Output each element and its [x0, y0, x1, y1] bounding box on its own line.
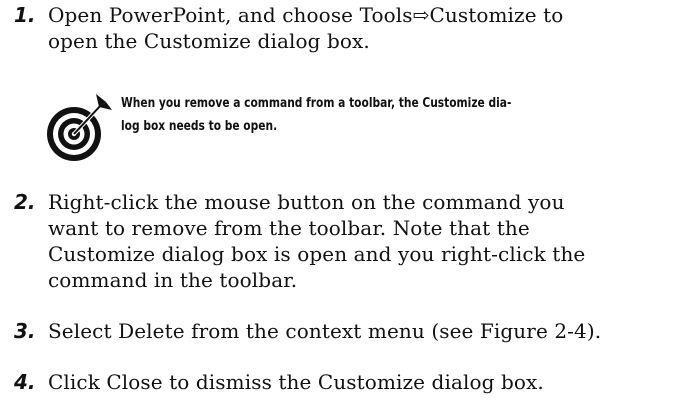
step-text: Right-click the mouse button on the comm… [48, 189, 658, 293]
step-text: Select Delete from the context menu (see… [48, 318, 658, 344]
target-dart-icon [47, 94, 112, 161]
step-text: Click Close to dismiss the Customize dia… [48, 369, 658, 395]
step-line: Open PowerPoint, and choose Tools⇨Custom… [48, 3, 564, 27]
tip-line: When you remove a command from a toolbar… [121, 96, 512, 111]
step-line: want to remove from the toolbar. Note th… [48, 216, 530, 240]
step-line: Customize dialog box is open and you rig… [48, 242, 586, 266]
step-line: open the Customize dialog box. [48, 29, 370, 53]
step-number: 1. [14, 3, 36, 27]
step-number: 2. [14, 190, 36, 214]
step-line: command in the toolbar. [48, 268, 298, 292]
step-line: Select Delete from the context menu (see… [48, 319, 602, 343]
tip-note: When you remove a command from a toolbar… [44, 90, 624, 170]
step-number: 4. [14, 370, 36, 394]
step-number: 3. [14, 319, 36, 343]
step-line: Click Close to dismiss the Customize dia… [48, 370, 544, 394]
document-page: 1. Open PowerPoint, and choose Tools⇨Cus… [0, 0, 675, 415]
tip-line: log box needs to be open. [121, 119, 278, 134]
step-line: Right-click the mouse button on the comm… [48, 190, 565, 214]
step-text: Open PowerPoint, and choose Tools⇨Custom… [48, 2, 658, 54]
tip-text: When you remove a command from a toolbar… [121, 92, 580, 138]
